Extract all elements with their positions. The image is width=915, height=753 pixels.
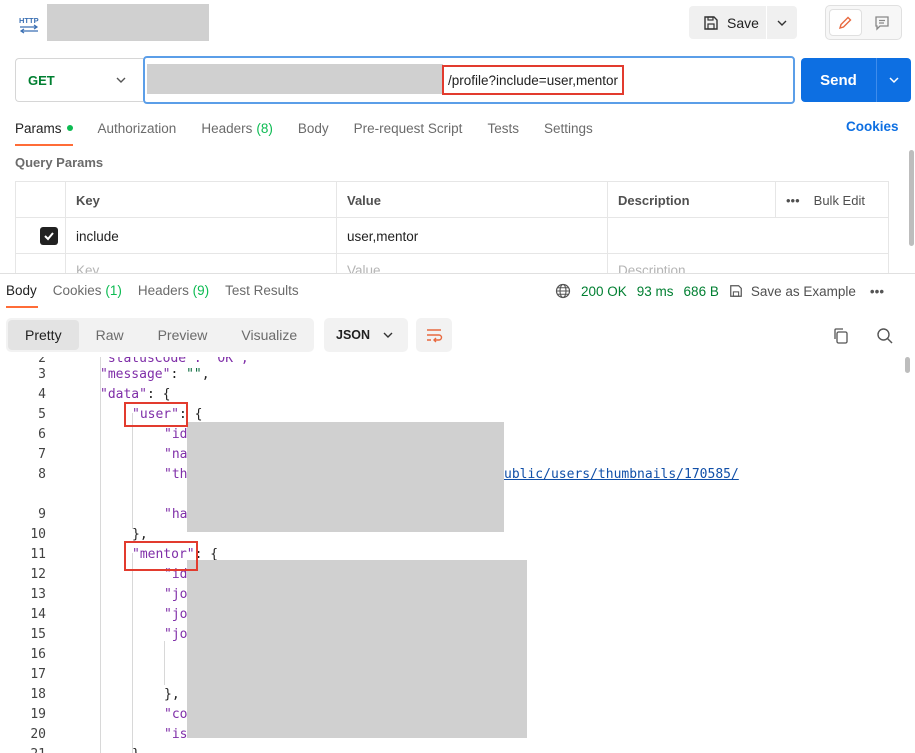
comment-mode-button[interactable] xyxy=(866,9,898,36)
param-value-cell[interactable]: user,mentor xyxy=(337,218,608,254)
wrap-lines-icon xyxy=(427,329,443,343)
new-key-input[interactable]: Key xyxy=(66,254,337,273)
response-meta: 200 OK 93 ms 686 B Save as Example ••• xyxy=(555,283,884,299)
view-mode-toggle xyxy=(825,5,902,40)
thumbnail-url-link[interactable]: ublic/users/thumbnails/170585/ xyxy=(504,465,739,485)
http-request-icon: HTTP xyxy=(19,16,39,34)
search-icon[interactable] xyxy=(876,327,894,345)
user-fields-redacted xyxy=(187,422,504,532)
language-select[interactable]: JSON xyxy=(324,318,408,352)
url-path-highlight: /profile?include=user,mentor xyxy=(442,65,624,95)
response-tabs: Body Cookies (1) Headers (9) Test Result… xyxy=(6,283,315,298)
format-preview[interactable]: Preview xyxy=(141,320,225,350)
new-value-input[interactable]: Value xyxy=(337,254,608,273)
save-icon xyxy=(729,285,742,297)
format-raw[interactable]: Raw xyxy=(79,320,141,350)
save-as-example-button[interactable]: Save as Example xyxy=(729,284,856,299)
tab-settings[interactable]: Settings xyxy=(544,119,593,137)
tab-headers[interactable]: Headers (8) xyxy=(201,119,273,137)
pencil-icon xyxy=(839,16,852,29)
format-visualize[interactable]: Visualize xyxy=(224,320,314,350)
chevron-down-icon xyxy=(777,20,787,26)
request-name-redacted xyxy=(47,4,209,41)
code-line: 21} xyxy=(0,745,905,753)
scrollbar[interactable] xyxy=(905,357,910,373)
table-row-empty: Key Value Description xyxy=(16,254,888,273)
tab-response-headers[interactable]: Headers (9) xyxy=(138,283,209,298)
format-pretty[interactable]: Pretty xyxy=(8,320,79,350)
save-button[interactable]: Save xyxy=(689,6,797,39)
bulk-edit-button[interactable]: ••• Bulk Edit xyxy=(786,193,865,208)
mentor-key-highlight xyxy=(124,541,198,571)
query-params-title: Query Params xyxy=(15,155,104,170)
param-description-cell[interactable] xyxy=(608,218,888,254)
scrollbar[interactable] xyxy=(909,150,914,246)
save-icon xyxy=(704,15,718,30)
method-select[interactable]: GET xyxy=(15,58,143,102)
copy-icon[interactable] xyxy=(832,327,850,345)
table-row: include user,mentor xyxy=(16,218,888,254)
tab-response-body[interactable]: Body xyxy=(6,283,37,298)
comment-icon xyxy=(875,15,889,31)
globe-icon[interactable] xyxy=(555,283,571,299)
more-options-icon[interactable]: ••• xyxy=(870,284,884,299)
tab-response-cookies[interactable]: Cookies (1) xyxy=(53,283,122,298)
chevron-down-icon xyxy=(116,77,126,83)
svg-text:HTTP: HTTP xyxy=(19,16,39,25)
edit-mode-button[interactable] xyxy=(829,9,862,36)
response-body-code[interactable]: 2 "statusCode": "OK", 3 "message": "", 4 "d… xyxy=(0,357,905,753)
tab-body[interactable]: Body xyxy=(298,119,329,137)
check-icon xyxy=(44,232,54,241)
request-tabs: Params Authorization Headers (8) Body Pre… xyxy=(15,119,618,137)
active-tab-indicator xyxy=(6,306,38,308)
response-size[interactable]: 686 B xyxy=(684,284,719,299)
tab-tests[interactable]: Tests xyxy=(487,119,519,137)
param-key-cell[interactable]: include xyxy=(66,218,337,254)
method-label: GET xyxy=(28,72,55,88)
tab-authorization[interactable]: Authorization xyxy=(98,119,177,137)
new-description-input[interactable]: Description xyxy=(608,254,888,273)
code-line: 3 "message": "", xyxy=(38,367,210,382)
tab-test-results[interactable]: Test Results xyxy=(225,283,299,298)
more-options-icon[interactable]: ••• xyxy=(786,193,800,208)
save-options-button[interactable] xyxy=(767,6,797,39)
chevron-down-icon xyxy=(889,77,899,84)
chevron-down-icon xyxy=(383,332,393,338)
mentor-fields-redacted xyxy=(187,560,527,738)
url-host-redacted xyxy=(147,64,443,94)
tab-pre-request-script[interactable]: Pre-request Script xyxy=(354,119,463,137)
table-header-row: Key Value Description ••• Bulk Edit xyxy=(16,182,888,218)
response-time[interactable]: 93 ms xyxy=(637,284,674,299)
pane-divider[interactable] xyxy=(0,273,915,274)
param-enabled-checkbox[interactable] xyxy=(40,227,58,245)
query-params-table: Key Value Description ••• Bulk Edit incl… xyxy=(15,181,889,273)
send-button[interactable]: Send xyxy=(801,58,911,102)
send-options-button[interactable] xyxy=(877,74,911,86)
status-code[interactable]: 200 OK xyxy=(581,284,627,299)
active-tab-indicator xyxy=(15,144,73,146)
tab-params[interactable]: Params xyxy=(15,119,73,137)
cookies-link[interactable]: Cookies xyxy=(846,119,899,134)
wrap-lines-button[interactable] xyxy=(416,318,452,352)
params-active-dot xyxy=(66,125,73,131)
user-key-highlight xyxy=(124,402,188,427)
body-format-tabs: Pretty Raw Preview Visualize xyxy=(6,318,314,352)
